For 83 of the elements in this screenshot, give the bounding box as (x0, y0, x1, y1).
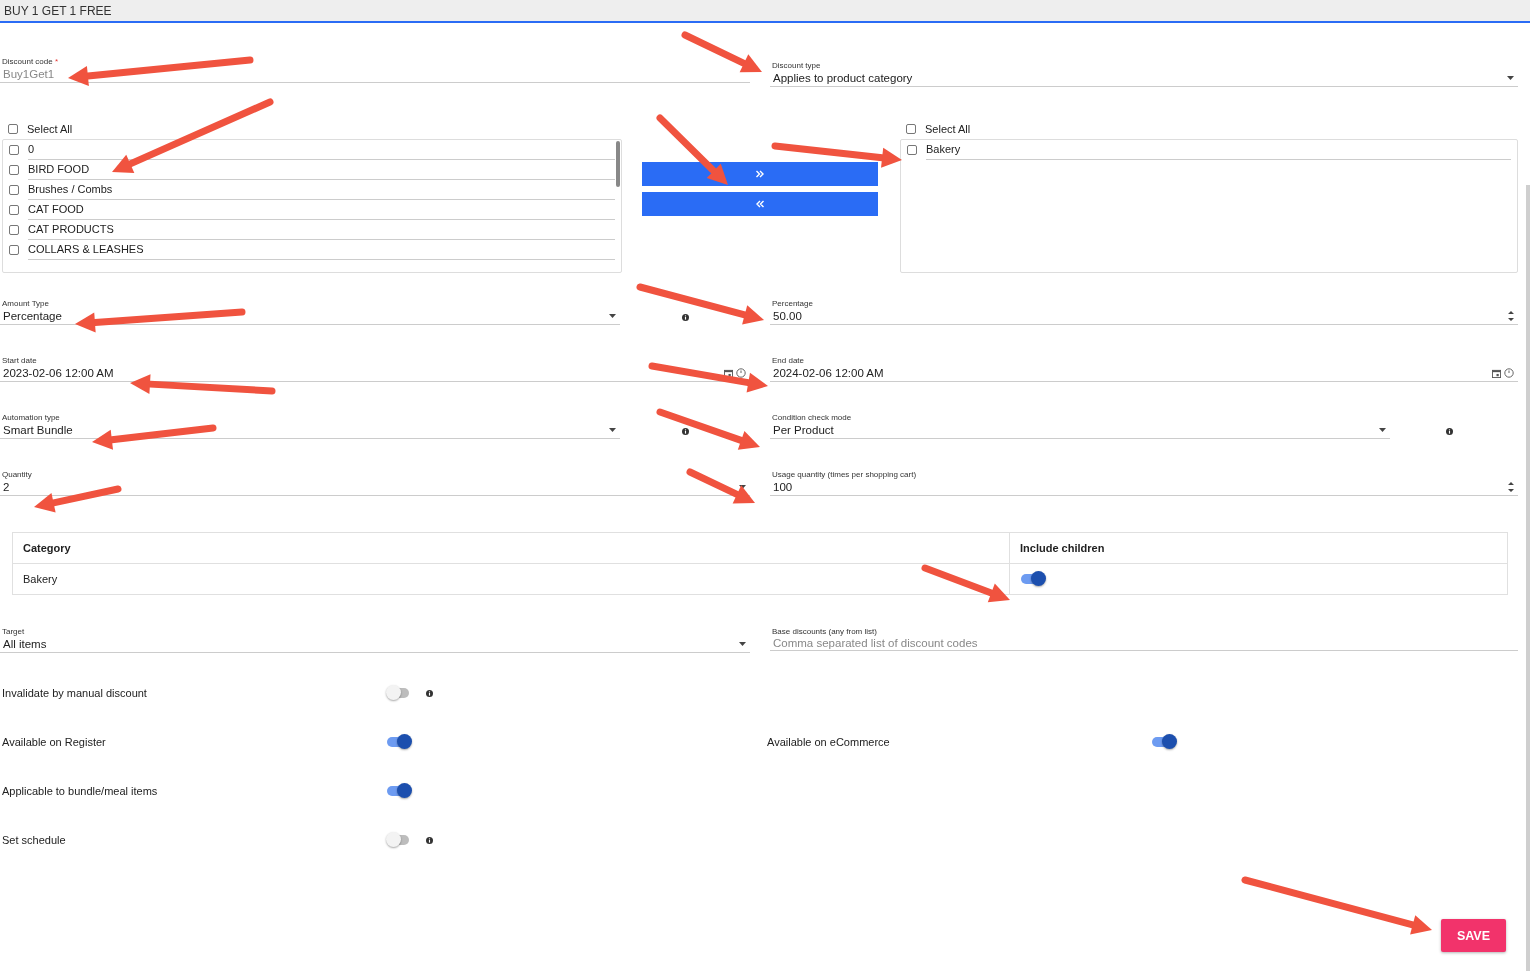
checkbox[interactable] (9, 145, 19, 155)
field-value: 2024-02-06 12:00 AM (773, 367, 884, 379)
checkbox[interactable] (9, 245, 19, 255)
field-label: Discount type (771, 61, 822, 70)
double-chevron-right-icon (756, 170, 764, 178)
field-label: Automation type (1, 413, 61, 422)
save-button[interactable]: SAVE (1441, 919, 1506, 952)
field-value: Applies to product category (773, 72, 913, 84)
list-item[interactable]: CAT PRODUCTS (28, 220, 615, 240)
caret-icon (739, 642, 746, 646)
date-field[interactable]: End date 2024-02-06 12:00 AM (770, 354, 1518, 382)
dropdown-field[interactable]: Target All items (0, 625, 750, 653)
annotation-arrow (656, 114, 728, 185)
table-cell-text: Bakery (22, 573, 59, 585)
checkbox[interactable] (906, 124, 916, 134)
field-value: Per Product (773, 424, 834, 436)
list-item[interactable]: CAT FOOD (28, 200, 615, 220)
info-icon[interactable] (426, 689, 433, 697)
list-item[interactable]: 0 (28, 140, 615, 160)
calendar-icon[interactable] (1492, 368, 1501, 378)
field-value: 2 (3, 481, 10, 493)
info-icon[interactable] (681, 313, 689, 321)
field-value: Percentage (3, 310, 62, 322)
annotation-arrow (686, 468, 755, 504)
setting-label: Available on Register (1, 736, 107, 748)
field-value: 2023-02-06 12:00 AM (3, 367, 114, 379)
field-label: Start date (1, 356, 38, 365)
checkbox[interactable] (8, 124, 18, 134)
dropdown-field[interactable]: Condition check mode Per Product (770, 411, 1390, 439)
number-field[interactable]: Percentage 50.00 (770, 297, 1518, 325)
list-item[interactable]: Bakery (926, 140, 1511, 160)
field-label: Percentage (771, 299, 814, 308)
setting-label: Invalidate by manual discount (1, 687, 148, 699)
field-label: Usage quantity (times per shopping cart) (771, 470, 918, 479)
info-icon[interactable] (681, 427, 689, 435)
calendar-icon[interactable] (724, 368, 733, 378)
clock-icon[interactable] (736, 368, 746, 378)
toggle-switch[interactable] (386, 734, 412, 750)
caret-icon (609, 428, 616, 432)
field-label: End date (771, 356, 806, 365)
scrollbar-thumb[interactable] (616, 141, 620, 187)
page-title: BUY 1 GET 1 FREE (4, 3, 112, 18)
select-all-label: Select All (27, 123, 73, 135)
double-chevron-left-icon (756, 200, 764, 208)
clock-icon[interactable] (1504, 368, 1514, 378)
list-item[interactable]: COLLARS & LEASHES (28, 240, 615, 260)
toggle-switch[interactable] (1151, 734, 1177, 750)
field-label: Amount Type (1, 299, 50, 308)
dropdown-field[interactable]: Discount type Applies to product category (770, 55, 1518, 87)
toggle-switch[interactable] (1020, 571, 1046, 587)
setting-label: Applicable to bundle/meal items (1, 785, 159, 797)
select-all-label: Select All (925, 123, 971, 135)
placeholder-text: Comma separated list of discount codes (773, 637, 978, 649)
scrollbar[interactable] (1526, 185, 1530, 971)
setting-label: Available on eCommerce (766, 736, 891, 748)
checkbox[interactable] (9, 205, 19, 215)
caret-icon (609, 314, 616, 318)
checkbox[interactable] (9, 225, 19, 235)
spinner-icon[interactable] (1508, 481, 1514, 493)
column-header: Category (22, 542, 72, 554)
checkbox[interactable] (9, 165, 19, 175)
info-icon[interactable] (1445, 427, 1453, 435)
field-label: Discount code * (1, 57, 60, 66)
list-item[interactable]: Brushes / Combs (28, 180, 615, 200)
number-field[interactable]: Usage quantity (times per shopping cart) 100 (770, 468, 1518, 496)
info-icon[interactable] (426, 836, 433, 844)
field-value: Smart Bundle (3, 424, 73, 436)
toggle-switch[interactable] (386, 783, 412, 799)
field-value: All items (3, 638, 47, 650)
field-label: Condition check mode (771, 413, 853, 422)
spinner-icon[interactable] (1508, 310, 1514, 322)
setting-label: Set schedule (1, 834, 67, 846)
caret-icon (1379, 428, 1386, 432)
checkbox[interactable] (907, 145, 917, 155)
field-label: Quantity (1, 470, 33, 479)
text-field[interactable]: Base discounts (any from list) Comma separated list of discount codes (770, 625, 1518, 651)
field-value: 100 (773, 481, 793, 493)
column-header: Include children (1020, 542, 1105, 554)
caret-icon (1507, 76, 1514, 80)
field-label: Base discounts (any from list) (771, 627, 878, 636)
field-value: 50.00 (773, 310, 802, 322)
checkbox[interactable] (9, 185, 19, 195)
field-label: Target (1, 627, 26, 636)
